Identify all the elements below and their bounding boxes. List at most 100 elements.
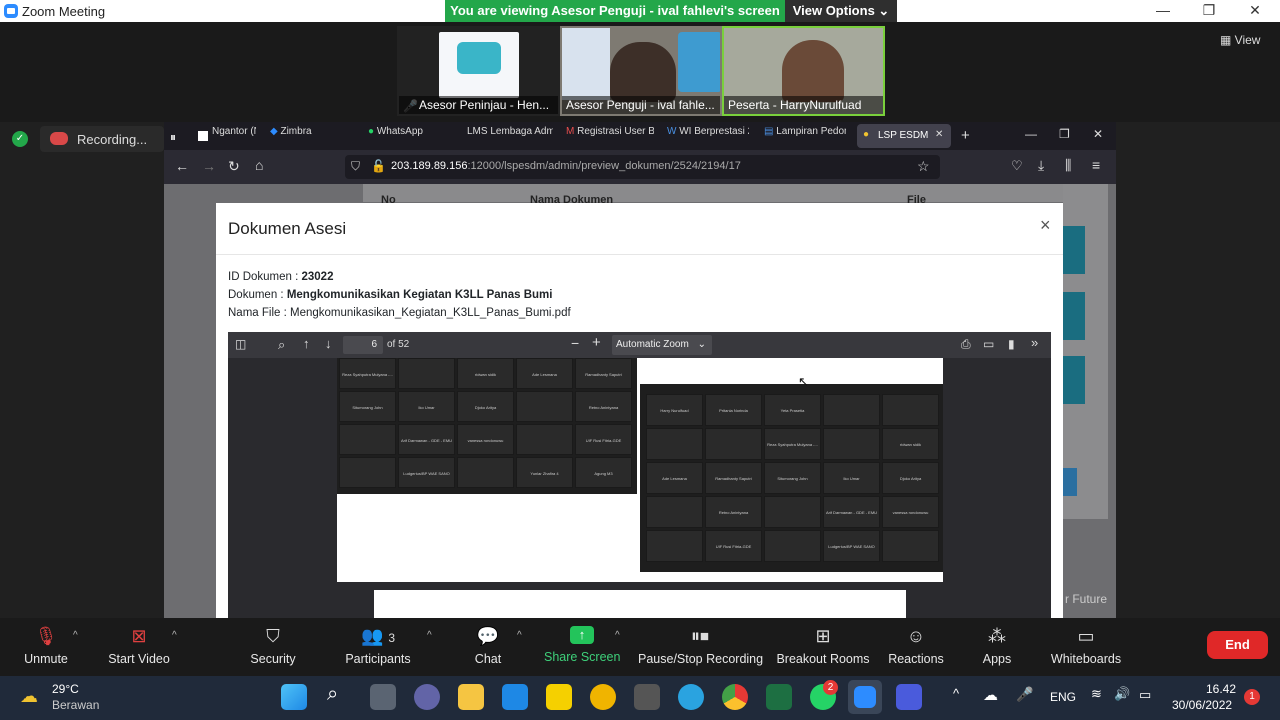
embedded-video-tile: Ramadhanty Saputri bbox=[705, 462, 762, 494]
prev-page-icon[interactable]: ↑ bbox=[303, 336, 310, 351]
file-button[interactable] bbox=[1063, 226, 1085, 274]
app-ring-icon[interactable] bbox=[590, 684, 616, 710]
browser-tab[interactable]: Ngantor (Next G bbox=[212, 126, 256, 146]
file-button[interactable] bbox=[1063, 356, 1085, 404]
bookmark-star-icon[interactable]: ☆ bbox=[917, 158, 930, 175]
volume-icon[interactable]: 🔊 bbox=[1114, 686, 1130, 702]
breakout-rooms-button[interactable]: ⊞ Breakout Rooms bbox=[776, 626, 870, 666]
mail-icon[interactable] bbox=[502, 684, 528, 710]
browser-tab[interactable]: LMS Lembaga Admi bbox=[467, 126, 553, 146]
notification-badge[interactable]: 1 bbox=[1244, 689, 1260, 705]
participants-count: 3 bbox=[388, 631, 396, 645]
excel-icon[interactable] bbox=[766, 684, 792, 710]
audio-options-chevron-icon[interactable]: ^ bbox=[73, 630, 78, 641]
security-button[interactable]: ⛉ Security bbox=[246, 626, 300, 666]
weather-text[interactable]: Berawan bbox=[52, 698, 99, 712]
app-icon[interactable] bbox=[896, 684, 922, 710]
stop-recording-icon[interactable] bbox=[198, 131, 208, 141]
close-icon[interactable]: ✕ bbox=[1240, 2, 1270, 19]
file-explorer-icon[interactable] bbox=[458, 684, 484, 710]
teams-chat-icon[interactable] bbox=[414, 684, 440, 710]
home-icon[interactable]: ⌂ bbox=[255, 157, 263, 173]
open-file-icon[interactable]: ▭ bbox=[983, 337, 994, 351]
browser-tab[interactable]: ● WhatsApp bbox=[368, 126, 432, 146]
pdf-bookmark-icon[interactable]: ▮ bbox=[1008, 337, 1015, 351]
onedrive-icon[interactable]: ☁ bbox=[983, 686, 998, 704]
clock-date[interactable]: 30/06/2022 bbox=[1172, 698, 1232, 712]
library-icon[interactable]: ⫼ bbox=[1065, 157, 1071, 174]
print-icon[interactable]: ⎙ bbox=[961, 337, 971, 352]
participants-button[interactable]: 👥 3 Participants bbox=[341, 626, 415, 666]
temperature[interactable]: 29°C bbox=[52, 682, 79, 696]
tray-chevron-icon[interactable]: ^ bbox=[953, 686, 959, 701]
minimize-browser-icon[interactable]: — bbox=[1025, 127, 1037, 141]
url-bar[interactable]: ⛉ 🔓 203.189.89.156:12000/lspesdm/admin/p… bbox=[345, 155, 940, 179]
pause-recording-icon[interactable]: ⏸ bbox=[170, 130, 176, 145]
participant-thumbnail-active[interactable]: Peserta - HarryNurulfuad bbox=[722, 26, 885, 116]
search-icon[interactable]: ⌕ bbox=[327, 683, 338, 706]
insecure-lock-icon: 🔓 bbox=[371, 159, 386, 173]
recording-indicator[interactable]: Recording... bbox=[40, 126, 164, 152]
zoom-taskbar-item[interactable] bbox=[848, 680, 882, 714]
chat-button[interactable]: 💬 Chat bbox=[470, 626, 506, 666]
zoom-in-icon[interactable]: + bbox=[592, 334, 601, 351]
weather-icon[interactable]: ☁ bbox=[20, 686, 38, 707]
modal-close-icon[interactable]: × bbox=[1040, 215, 1051, 236]
browser-tab[interactable]: M Registrasi User B bbox=[566, 126, 654, 146]
clock-time[interactable]: 16.42 bbox=[1206, 682, 1236, 696]
video-options-chevron-icon[interactable]: ^ bbox=[172, 630, 177, 641]
telegram-icon[interactable] bbox=[678, 684, 704, 710]
participant-thumbnail[interactable]: 🎤 Asesor Peninjau - Hen... bbox=[397, 26, 560, 116]
restore-browser-icon[interactable]: ❐ bbox=[1059, 127, 1070, 141]
close-browser-icon[interactable]: ✕ bbox=[1093, 127, 1103, 141]
next-page-icon[interactable]: ↓ bbox=[325, 336, 332, 351]
minimize-icon[interactable]: — bbox=[1148, 2, 1178, 18]
language-indicator[interactable]: ENG bbox=[1050, 690, 1076, 704]
file-button[interactable] bbox=[1063, 292, 1085, 340]
battery-icon[interactable]: ▭ bbox=[1139, 687, 1151, 703]
close-tab-icon[interactable]: ✕ bbox=[935, 129, 943, 140]
maximize-icon[interactable]: ❐ bbox=[1194, 2, 1224, 19]
zoom-select[interactable]: Automatic Zoom ⌄ bbox=[612, 335, 712, 355]
start-video-button[interactable]: ⊠ Start Video bbox=[104, 626, 174, 666]
participants-chevron-icon[interactable]: ^ bbox=[427, 630, 432, 641]
share-chevron-icon[interactable]: ^ bbox=[615, 630, 620, 641]
chat-chevron-icon[interactable]: ^ bbox=[517, 630, 522, 641]
new-tab-icon[interactable]: + bbox=[961, 127, 970, 144]
browser-tab[interactable]: ◆ Zimbra bbox=[270, 126, 320, 146]
app-icon[interactable] bbox=[634, 684, 660, 710]
whiteboards-button[interactable]: ▭ Whiteboards bbox=[1048, 626, 1124, 666]
forward-icon[interactable]: → bbox=[202, 158, 216, 174]
task-view-icon[interactable] bbox=[370, 684, 396, 710]
pocket-icon[interactable]: ♡ bbox=[1011, 158, 1023, 174]
apps-button[interactable]: ⁂ Apps bbox=[980, 626, 1014, 666]
menu-icon[interactable]: ≡ bbox=[1092, 157, 1100, 173]
share-screen-button[interactable]: ↑ Share Screen bbox=[544, 626, 620, 664]
unmute-button[interactable]: 🎙 Unmute bbox=[18, 626, 74, 666]
zoom-out-icon[interactable]: − bbox=[571, 335, 579, 351]
reactions-button[interactable]: ☺ Reactions bbox=[888, 626, 944, 666]
browser-tab[interactable]: ▤ Lampiran Pedom bbox=[764, 126, 846, 146]
participant-video-image bbox=[782, 40, 844, 102]
view-button[interactable]: ▦ View bbox=[1220, 33, 1260, 47]
pdf-search-icon[interactable]: ⌕ bbox=[278, 337, 285, 353]
reload-icon[interactable]: ↻ bbox=[228, 158, 240, 175]
pause-stop-recording-button[interactable]: ⏸⏹ Pause/Stop Recording bbox=[638, 626, 763, 666]
tools-icon[interactable]: » bbox=[1031, 335, 1038, 350]
back-icon[interactable]: ← bbox=[175, 158, 189, 174]
chrome-icon[interactable] bbox=[722, 684, 748, 710]
sticky-notes-icon[interactable] bbox=[546, 684, 572, 710]
end-meeting-button[interactable]: End bbox=[1207, 631, 1268, 659]
action-button[interactable] bbox=[1063, 468, 1077, 496]
participant-thumbnail[interactable]: Asesor Penguji - ival fahle... bbox=[560, 26, 722, 116]
browser-tab[interactable]: W WI Berprestasi 20 bbox=[667, 126, 749, 146]
sidebar-toggle-icon[interactable]: ◫ bbox=[235, 337, 246, 351]
download-icon[interactable]: ⤓ bbox=[1038, 157, 1044, 174]
embedded-video-tile bbox=[457, 457, 514, 488]
page-number-input[interactable]: 6 bbox=[343, 336, 383, 354]
wifi-icon[interactable]: ≋ bbox=[1091, 686, 1102, 702]
start-icon[interactable] bbox=[281, 684, 307, 710]
mic-in-use-icon[interactable]: 🎤 bbox=[1016, 686, 1033, 703]
view-options-button[interactable]: View Options ⌄ bbox=[785, 0, 897, 22]
browser-tab-active[interactable]: ● LSP ESDM ✕ bbox=[857, 124, 951, 148]
